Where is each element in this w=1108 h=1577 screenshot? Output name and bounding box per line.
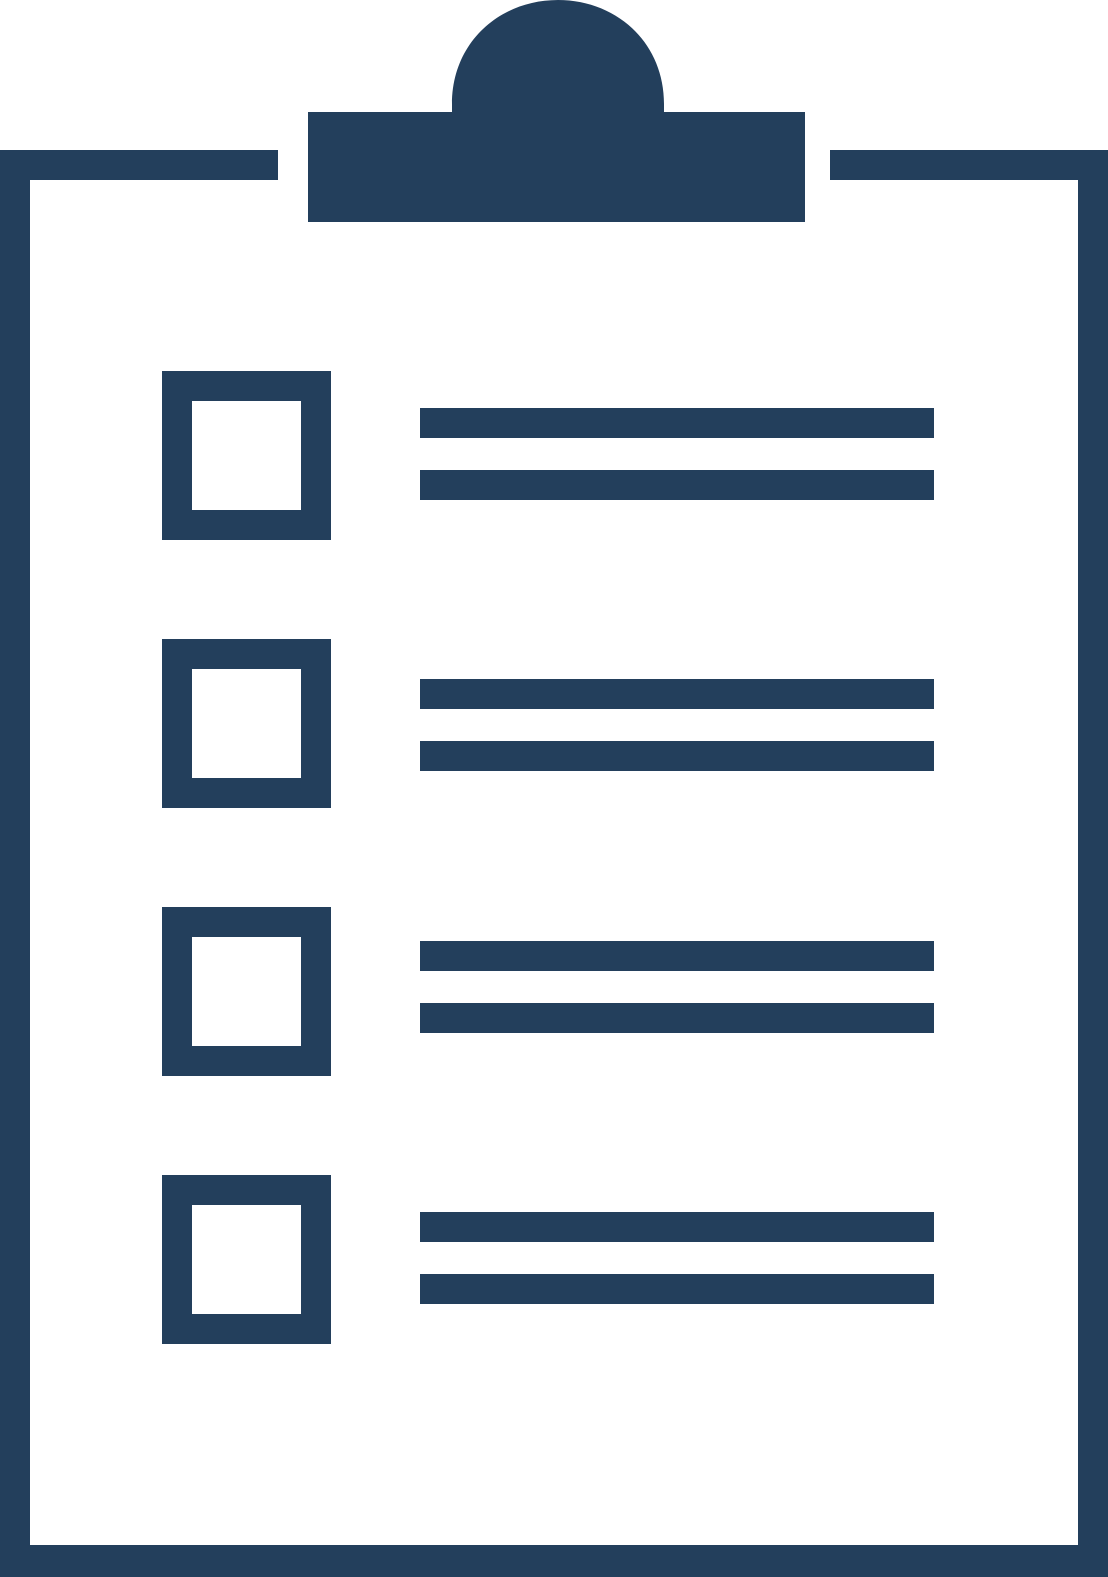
board-left-edge	[0, 150, 30, 1577]
checklist-item	[162, 1175, 934, 1344]
checklist-item	[162, 907, 934, 1076]
clipboard-checklist-icon	[0, 0, 1108, 1577]
checklist-item	[162, 639, 934, 808]
text-line	[420, 470, 934, 500]
clipboard-board	[0, 150, 1108, 1577]
checkbox-icon	[162, 639, 331, 808]
checkbox-icon	[162, 1175, 331, 1344]
text-line	[420, 1212, 934, 1242]
text-line	[420, 1003, 934, 1033]
text-line	[420, 941, 934, 971]
board-top-left-edge	[0, 150, 278, 180]
checkbox-icon	[162, 907, 331, 1076]
text-line	[420, 408, 934, 438]
checklist	[162, 371, 934, 1344]
checklist-item	[162, 371, 934, 540]
board-top-right-edge	[830, 150, 1108, 180]
checkbox-icon	[162, 371, 331, 540]
board-right-edge	[1078, 150, 1108, 1577]
board-bottom-edge	[0, 1545, 1108, 1577]
clipboard-clip	[308, 0, 805, 222]
text-line	[420, 741, 934, 771]
text-line	[420, 1274, 934, 1304]
text-line	[420, 679, 934, 709]
